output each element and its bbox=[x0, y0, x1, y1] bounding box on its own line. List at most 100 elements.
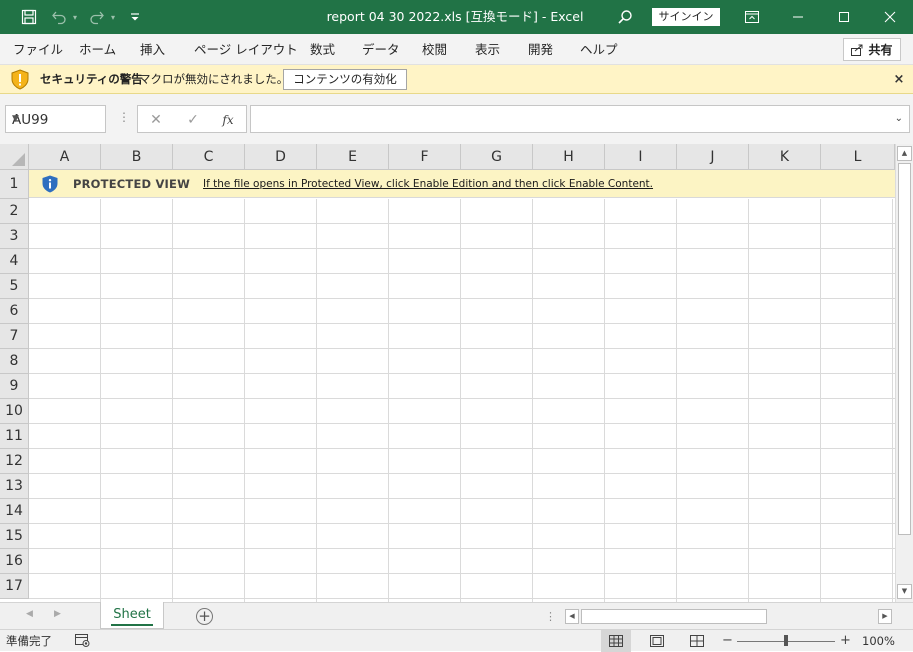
row-header-17[interactable]: 17 bbox=[0, 574, 29, 599]
share-button[interactable]: 共有 bbox=[843, 38, 901, 61]
row-header-12[interactable]: 12 bbox=[0, 449, 29, 474]
tab-formulas[interactable]: 数式 bbox=[310, 34, 335, 65]
row-header-16[interactable]: 16 bbox=[0, 549, 29, 574]
formula-input[interactable]: ⌄ bbox=[250, 105, 910, 133]
protected-view-link[interactable]: If the file opens in Protected View, cli… bbox=[203, 170, 653, 198]
scroll-right-icon[interactable]: ▶ bbox=[878, 609, 892, 624]
security-warning-title: セキュリティの警告 bbox=[40, 72, 143, 86]
column-header-c[interactable]: C bbox=[173, 144, 245, 170]
formula-buttons: ✕ ✓ fx bbox=[137, 105, 247, 133]
protected-view-banner: PROTECTED VIEW If the file opens in Prot… bbox=[29, 170, 895, 198]
status-bar: 準備完了 − + 100% bbox=[0, 629, 913, 652]
column-header-h[interactable]: H bbox=[533, 144, 605, 170]
sheet-next-icon[interactable]: ▶ bbox=[54, 609, 61, 619]
signin-button[interactable]: サインイン bbox=[652, 8, 720, 26]
tab-page-layout[interactable]: ページ レイアウト bbox=[194, 34, 298, 65]
enter-icon[interactable]: ✓ bbox=[183, 110, 203, 130]
column-header-b[interactable]: B bbox=[101, 144, 173, 170]
cancel-icon[interactable]: ✕ bbox=[146, 110, 166, 130]
tab-data[interactable]: データ bbox=[362, 34, 400, 65]
sheet-prev-icon[interactable]: ◀ bbox=[26, 609, 33, 619]
close-icon[interactable] bbox=[867, 0, 913, 34]
select-all-button[interactable] bbox=[0, 144, 29, 170]
vertical-scroll-thumb[interactable] bbox=[898, 163, 911, 535]
maximize-icon[interactable] bbox=[821, 0, 867, 34]
security-warning-bar: セキュリティの警告 マクロが無効にされました。 コンテンツの有効化 × bbox=[0, 65, 913, 94]
vertical-scrollbar[interactable]: ▲ ▼ bbox=[895, 144, 913, 602]
security-warning-message: マクロが無効にされました。 bbox=[139, 72, 289, 86]
column-header-l[interactable]: L bbox=[821, 144, 895, 170]
column-header-d[interactable]: D bbox=[245, 144, 317, 170]
page-layout-view-icon[interactable] bbox=[642, 630, 672, 652]
tab-file[interactable]: ファイル bbox=[13, 34, 63, 65]
add-sheet-icon[interactable]: + bbox=[196, 608, 213, 625]
search-icon[interactable] bbox=[614, 7, 636, 27]
name-box[interactable]: AU99 ▼ bbox=[5, 105, 106, 133]
worksheet-grid[interactable]: A B C D E F G H I J K L 1 2 3 4 5 6 7 8 … bbox=[0, 144, 895, 602]
row-header-7[interactable]: 7 bbox=[0, 324, 29, 349]
share-label: 共有 bbox=[868, 43, 893, 57]
close-security-bar-icon[interactable]: × bbox=[890, 65, 908, 94]
zoom-out-button[interactable]: − bbox=[722, 630, 733, 652]
title-bar: ▾ ▾ report 04 30 2022.xls [互換モード] - Exce… bbox=[0, 0, 913, 34]
tab-developer[interactable]: 開発 bbox=[528, 34, 553, 65]
scroll-down-icon[interactable]: ▼ bbox=[897, 584, 912, 599]
save-icon[interactable] bbox=[18, 7, 40, 27]
minimize-icon[interactable] bbox=[775, 0, 821, 34]
column-header-e[interactable]: E bbox=[317, 144, 389, 170]
undo-icon[interactable] bbox=[48, 7, 70, 27]
tab-view[interactable]: 表示 bbox=[475, 34, 500, 65]
redo-dropdown-icon[interactable]: ▾ bbox=[108, 7, 118, 27]
protected-view-title: PROTECTED VIEW bbox=[73, 177, 190, 191]
row-header-8[interactable]: 8 bbox=[0, 349, 29, 374]
share-icon bbox=[851, 44, 863, 56]
macro-record-icon[interactable] bbox=[75, 634, 90, 647]
zoom-in-button[interactable]: + bbox=[840, 630, 851, 652]
horizontal-scrollbar[interactable]: ◀ ▶ bbox=[565, 609, 893, 625]
shield-warning-icon bbox=[10, 69, 30, 90]
tab-insert[interactable]: 挿入 bbox=[140, 34, 165, 65]
row-header-1[interactable]: 1 bbox=[0, 170, 29, 199]
more-options-icon[interactable]: ⋮ bbox=[118, 110, 130, 124]
ribbon-display-icon[interactable] bbox=[729, 0, 775, 34]
insert-function-icon[interactable]: fx bbox=[218, 110, 238, 130]
customize-icon[interactable] bbox=[127, 7, 143, 27]
horizontal-scroll-thumb[interactable] bbox=[581, 609, 767, 624]
row-header-11[interactable]: 11 bbox=[0, 424, 29, 449]
row-header-13[interactable]: 13 bbox=[0, 474, 29, 499]
row-header-15[interactable]: 15 bbox=[0, 524, 29, 549]
row-header-2[interactable]: 2 bbox=[0, 199, 29, 224]
scroll-up-icon[interactable]: ▲ bbox=[897, 146, 912, 161]
tab-help[interactable]: ヘルプ bbox=[580, 34, 618, 65]
redo-icon[interactable] bbox=[86, 7, 108, 27]
tab-home[interactable]: ホーム bbox=[79, 34, 116, 65]
row-header-5[interactable]: 5 bbox=[0, 274, 29, 299]
sheet-tab-sheet[interactable]: Sheet bbox=[100, 602, 164, 629]
column-header-j[interactable]: J bbox=[677, 144, 749, 170]
column-header-f[interactable]: F bbox=[389, 144, 461, 170]
zoom-slider-thumb[interactable] bbox=[784, 635, 788, 646]
window-title: report 04 30 2022.xls [互換モード] - Excel bbox=[326, 9, 584, 24]
chevron-down-icon[interactable]: ▼ bbox=[12, 114, 100, 124]
cell-area[interactable] bbox=[29, 199, 895, 602]
row-header-4[interactable]: 4 bbox=[0, 249, 29, 274]
undo-dropdown-icon[interactable]: ▾ bbox=[70, 7, 80, 27]
normal-view-icon[interactable] bbox=[601, 630, 631, 652]
row-header-6[interactable]: 6 bbox=[0, 299, 29, 324]
column-header-k[interactable]: K bbox=[749, 144, 821, 170]
zoom-level[interactable]: 100% bbox=[862, 630, 895, 652]
tab-split-handle[interactable]: ⋮ bbox=[545, 610, 556, 623]
page-break-view-icon[interactable] bbox=[682, 630, 712, 652]
enable-content-button[interactable]: コンテンツの有効化 bbox=[283, 69, 407, 90]
row-header-10[interactable]: 10 bbox=[0, 399, 29, 424]
row-header-3[interactable]: 3 bbox=[0, 224, 29, 249]
scroll-left-icon[interactable]: ◀ bbox=[565, 609, 579, 624]
row-header-14[interactable]: 14 bbox=[0, 499, 29, 524]
column-header-g[interactable]: G bbox=[461, 144, 533, 170]
expand-formula-icon[interactable]: ⌄ bbox=[895, 113, 903, 124]
row-header-9[interactable]: 9 bbox=[0, 374, 29, 399]
tab-review[interactable]: 校閲 bbox=[422, 34, 447, 65]
column-header-i[interactable]: I bbox=[605, 144, 677, 170]
column-header-a[interactable]: A bbox=[29, 144, 101, 170]
status-ready: 準備完了 bbox=[6, 634, 52, 648]
